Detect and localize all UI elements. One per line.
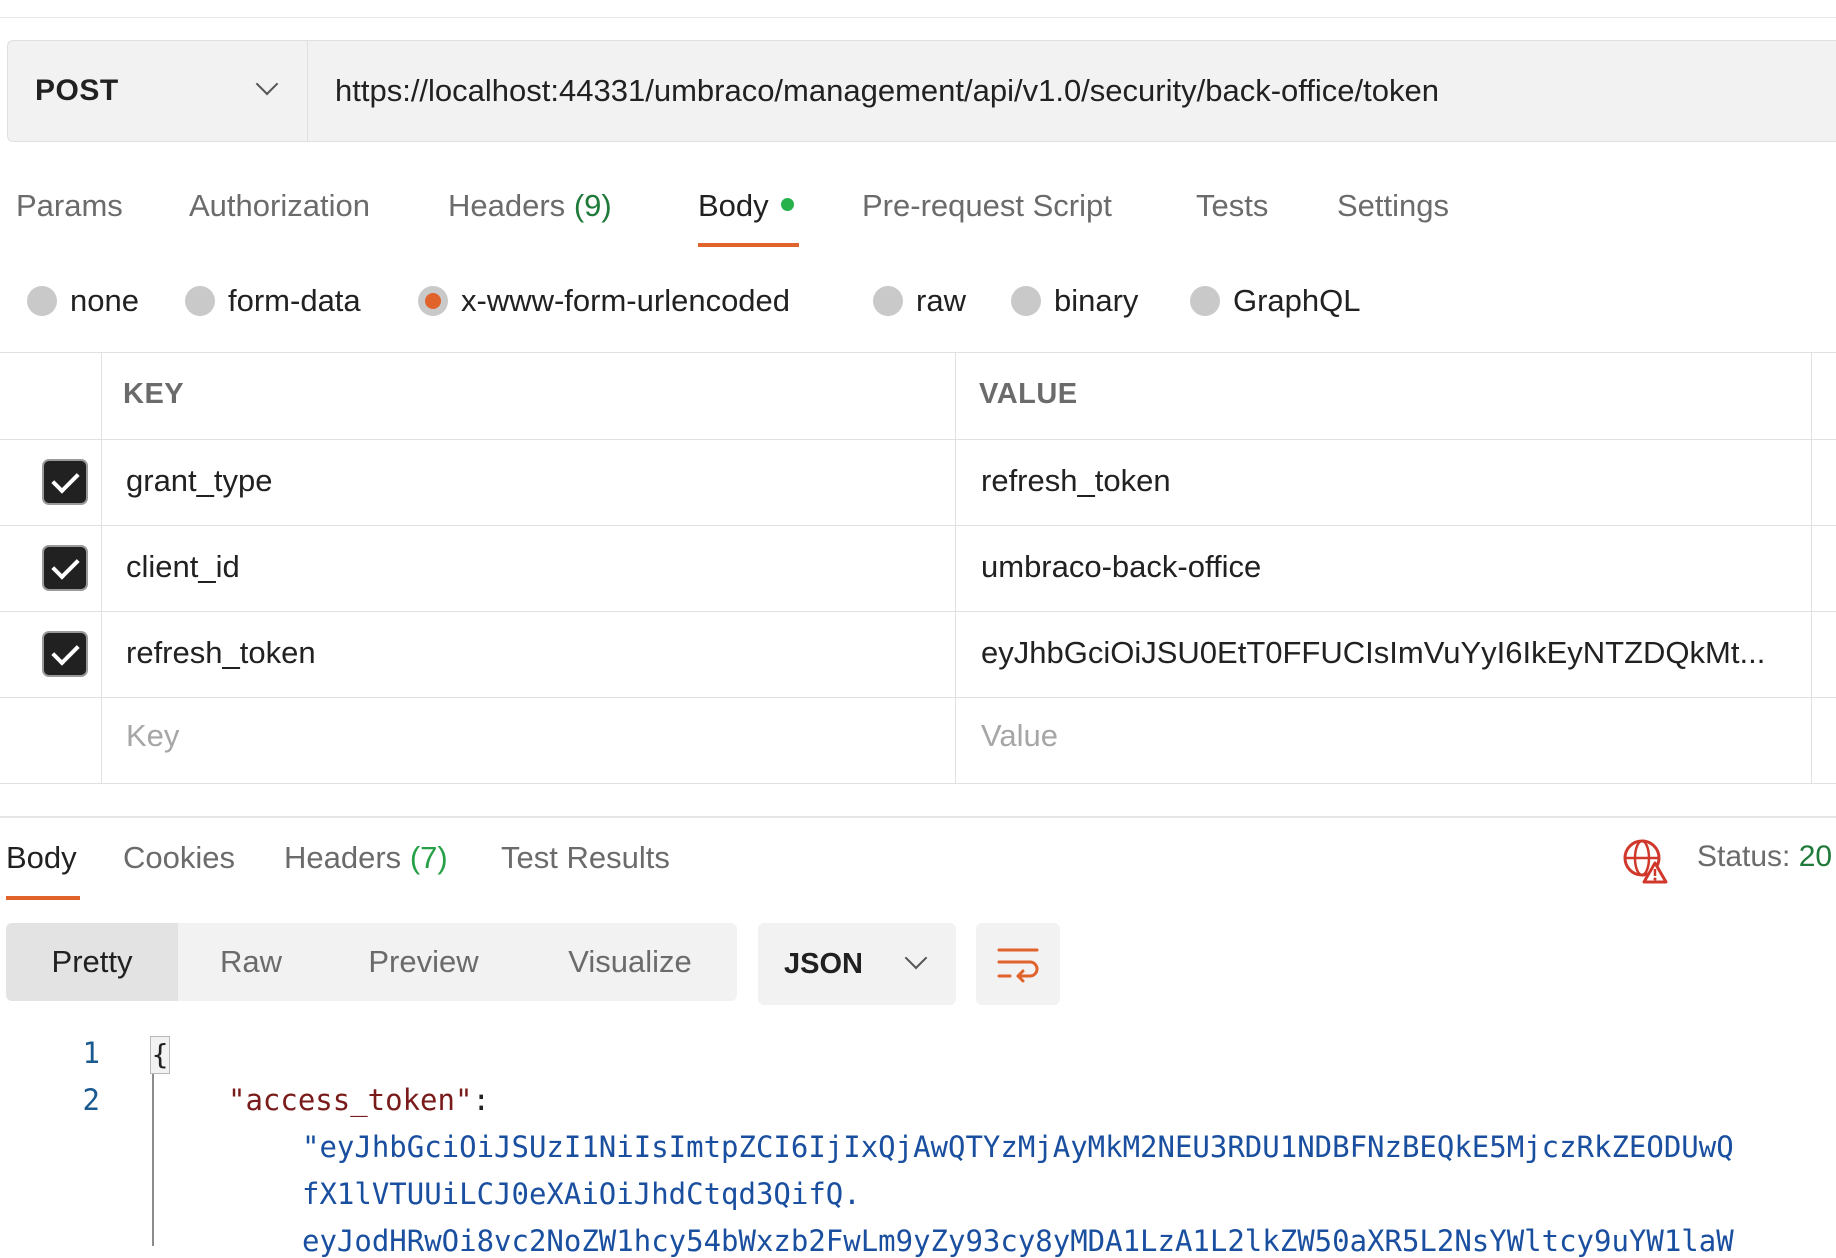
table-column-divider — [955, 352, 956, 784]
wrap-lines-button[interactable] — [976, 923, 1060, 1005]
radio-icon — [27, 286, 57, 316]
table-column-divider — [101, 352, 102, 784]
json-string-line: fX1lVTUUiLCJ0eXAiOiJhdCtqd3QifQ. — [302, 1177, 861, 1211]
key-cell[interactable]: client_id — [126, 549, 240, 585]
format-select[interactable]: JSON — [758, 923, 956, 1005]
key-cell[interactable]: refresh_token — [126, 635, 316, 671]
method-label: POST — [35, 74, 119, 107]
response-tab-cookies[interactable]: Cookies — [123, 840, 235, 876]
tab-body[interactable]: Body — [698, 188, 794, 224]
tab-params[interactable]: Params — [16, 188, 123, 224]
radio-checked-icon — [418, 286, 448, 316]
row-checkbox[interactable] — [42, 631, 88, 677]
format-label: JSON — [784, 947, 863, 980]
chevron-down-icon — [255, 72, 279, 96]
table-divider — [0, 611, 1836, 612]
headers-count: (7) — [409, 840, 448, 875]
tab-headers[interactable]: Headers (9) — [448, 188, 612, 224]
radio-form-data[interactable]: form-data — [185, 283, 361, 319]
table-divider — [0, 525, 1836, 526]
view-mode-toggle: Pretty Raw Preview Visualize — [6, 923, 737, 1001]
value-cell[interactable]: refresh_token — [981, 463, 1171, 499]
radio-raw[interactable]: raw — [873, 283, 966, 319]
key-input[interactable]: Key — [126, 718, 179, 754]
response-tab-test-results[interactable]: Test Results — [501, 840, 670, 876]
headers-count: (9) — [573, 188, 612, 223]
tab-settings[interactable]: Settings — [1337, 188, 1449, 224]
status-code: 20 — [1798, 840, 1833, 873]
table-divider — [0, 783, 1836, 784]
wrap-icon — [997, 948, 1039, 983]
radio-none[interactable]: none — [27, 283, 139, 319]
top-divider — [0, 17, 1836, 18]
key-cell[interactable]: grant_type — [126, 463, 273, 499]
radio-x-www-form-urlencoded[interactable]: x-www-form-urlencoded — [418, 283, 790, 319]
view-raw-button[interactable]: Raw — [178, 923, 324, 1001]
table-divider — [0, 352, 1836, 353]
view-visualize-button[interactable]: Visualize — [523, 923, 737, 1001]
row-checkbox[interactable] — [42, 545, 88, 591]
open-brace: { — [150, 1036, 170, 1074]
table-divider — [0, 439, 1836, 440]
row-checkbox[interactable] — [42, 459, 88, 505]
tab-authorization[interactable]: Authorization — [189, 188, 370, 224]
json-string-line: eyJodHRwOi8vc2NoZW1hcy54bWxzb2FwLm9yZy93… — [302, 1224, 1734, 1258]
network-warning-icon[interactable] — [1622, 838, 1668, 884]
json-key: "access_token" — [228, 1083, 473, 1117]
table-divider — [0, 697, 1836, 698]
chevron-down-icon — [904, 946, 928, 970]
table-column-divider — [1811, 352, 1812, 784]
json-string-line: "eyJhbGciOiJSUzI1NiIsImtpZCI6IjIxQjAwQTY… — [302, 1130, 1734, 1164]
active-tab-indicator — [698, 243, 799, 247]
line-number: 2 — [82, 1083, 100, 1117]
response-divider — [0, 816, 1836, 818]
radio-icon — [1190, 286, 1220, 316]
method-select[interactable]: POST — [8, 41, 308, 141]
value-cell[interactable]: eyJhbGciOiJSU0EtT0FFUCIsImVuYyI6IkEyNTZD… — [981, 635, 1765, 671]
modified-dot-icon — [780, 198, 794, 212]
line-number: 1 — [82, 1036, 100, 1070]
value-input[interactable]: Value — [981, 718, 1058, 754]
response-tab-headers[interactable]: Headers (7) — [284, 840, 448, 876]
json-colon: : — [472, 1083, 490, 1117]
view-preview-button[interactable]: Preview — [324, 923, 523, 1001]
status-text: Status: 20 — [1697, 840, 1833, 873]
column-header-value: VALUE — [979, 378, 1078, 410]
radio-graphql[interactable]: GraphQL — [1190, 283, 1361, 319]
radio-icon — [185, 286, 215, 316]
view-pretty-button[interactable]: Pretty — [6, 923, 178, 1001]
value-cell[interactable]: umbraco-back-office — [981, 549, 1261, 585]
url-input[interactable]: https://localhost:44331/umbraco/manageme… — [308, 41, 1439, 141]
tab-pre-request-script[interactable]: Pre-request Script — [862, 188, 1112, 224]
request-bar: POST https://localhost:44331/umbraco/man… — [7, 40, 1836, 142]
tab-tests[interactable]: Tests — [1196, 188, 1268, 224]
radio-binary[interactable]: binary — [1011, 283, 1138, 319]
radio-icon — [1011, 286, 1041, 316]
json-key-line: "access_token": — [228, 1083, 490, 1117]
active-tab-indicator — [6, 896, 80, 900]
column-header-key: KEY — [123, 378, 185, 410]
response-tab-body[interactable]: Body — [6, 840, 77, 876]
radio-icon — [873, 286, 903, 316]
